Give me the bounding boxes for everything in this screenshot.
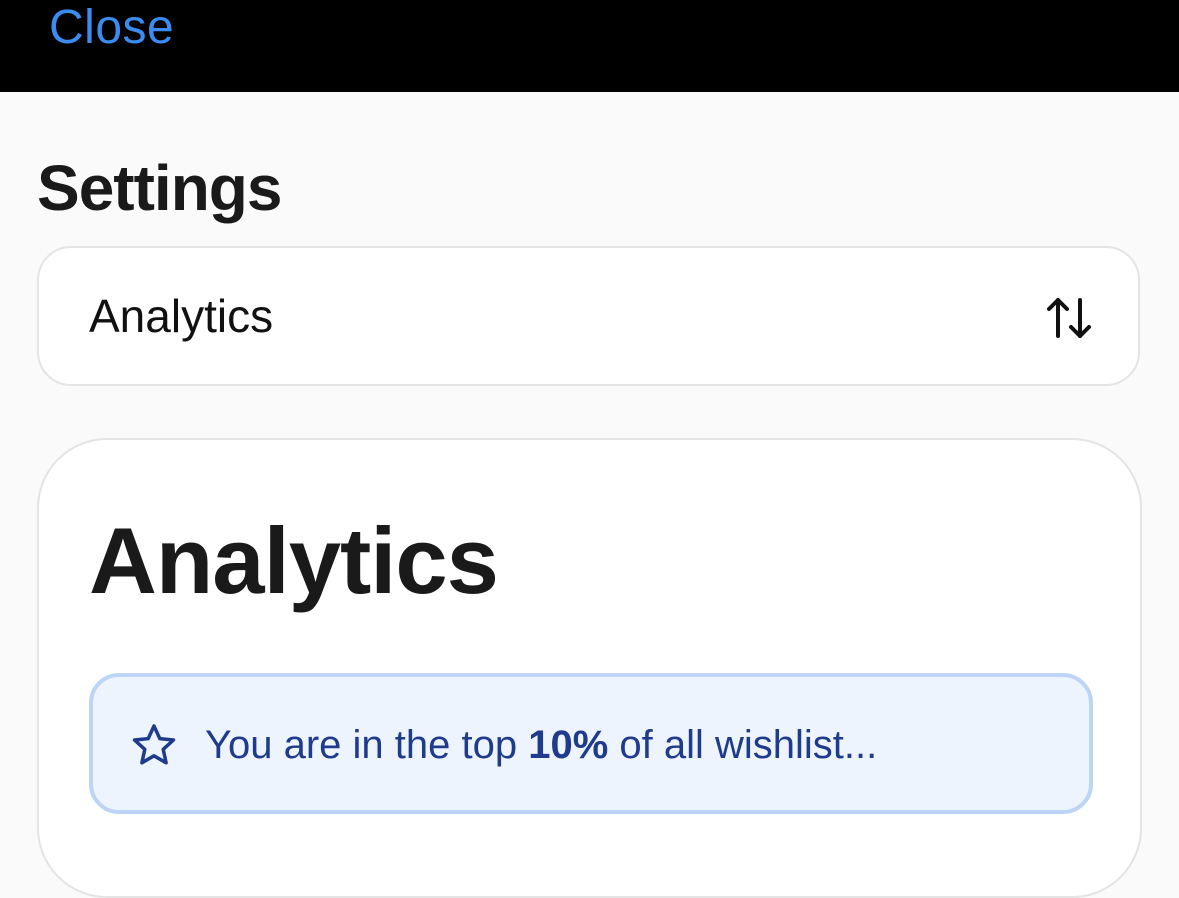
analytics-card: Analytics You are in the top 10% of all … [37,438,1142,898]
top-bar: Close [0,0,1179,92]
ranking-banner-text: You are in the top 10% of all wishlist..… [205,717,877,773]
sort-arrows-icon [1047,298,1091,338]
section-selector[interactable]: Analytics [37,246,1140,386]
ranking-text-before: You are in the top [205,723,529,767]
close-button[interactable]: Close [49,0,174,56]
ranking-banner[interactable]: You are in the top 10% of all wishlist..… [89,673,1093,814]
ranking-text-after: of all wishlist... [608,723,878,767]
analytics-title: Analytics [89,508,499,613]
page-title: Settings [37,152,282,224]
ranking-percentage: 10% [528,723,609,767]
star-icon [132,724,176,765]
section-selector-value: Analytics [89,290,274,342]
